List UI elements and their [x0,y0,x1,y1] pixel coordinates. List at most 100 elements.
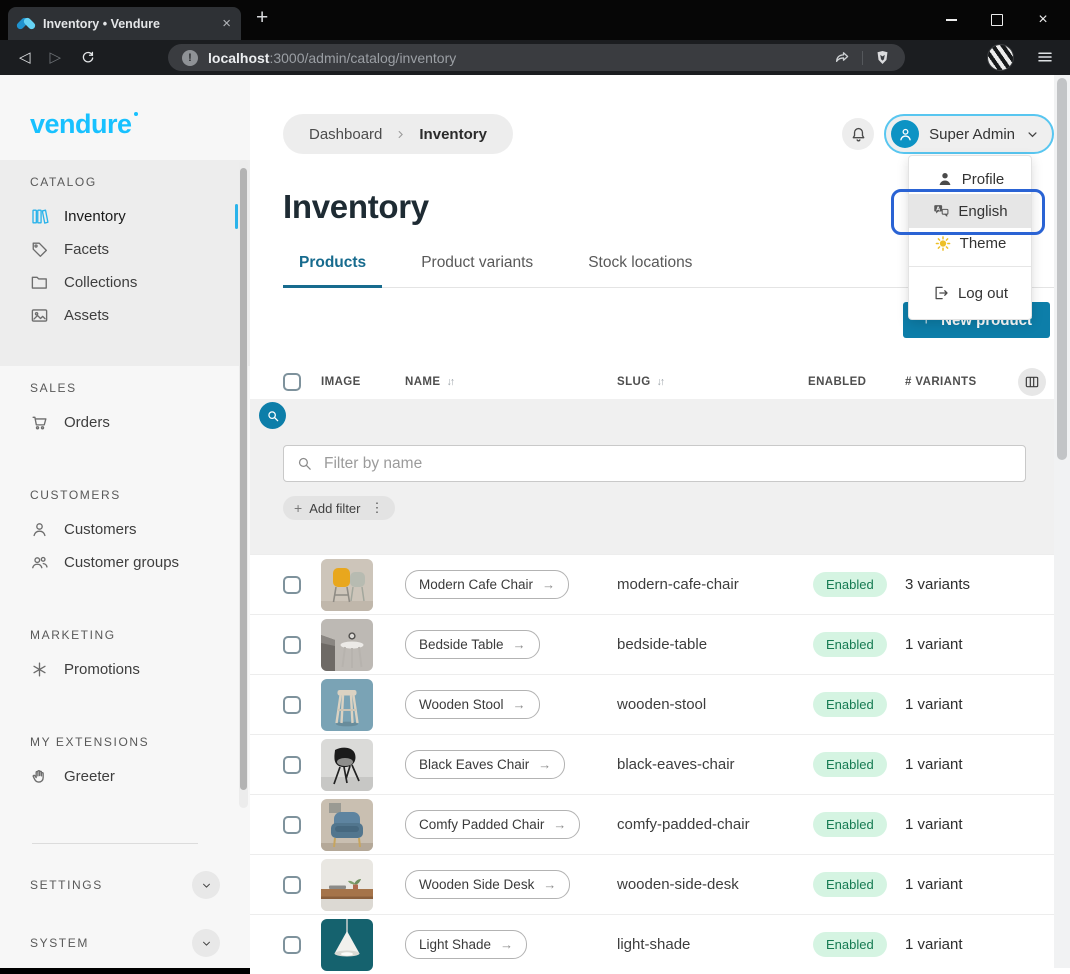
page-scrollbar-thumb[interactable] [1057,78,1067,460]
url-text: localhost:3000/admin/catalog/inventory [208,50,456,66]
kebab-menu-icon[interactable]: ⋮ [371,500,384,516]
notifications-button[interactable] [842,118,874,150]
row-checkbox[interactable] [283,696,301,714]
url-bar[interactable]: ! localhost:3000/admin/catalog/inventory [168,44,905,71]
row-checkbox[interactable] [283,816,301,834]
brave-shield-icon[interactable] [874,49,891,66]
menu-item-profile[interactable]: Profile [909,164,1031,194]
sidebar-item-collections[interactable]: Collections [0,266,250,299]
sidebar-item-promotions[interactable]: Promotions [0,653,250,686]
row-checkbox[interactable] [283,936,301,954]
back-button[interactable]: ◁ [19,50,31,65]
add-filter-button[interactable]: + Add filter ⋮ [283,496,395,520]
page-scrollbar[interactable] [1054,75,1070,968]
sidebar-item-customers[interactable]: Customers [0,513,250,546]
window-minimize-button[interactable] [928,0,974,40]
sidebar-item-assets[interactable]: Assets [0,299,250,332]
browser-profile-avatar[interactable] [987,44,1014,71]
table-row[interactable]: Wooden Side Desk→wooden-side-deskEnabled… [250,854,1070,914]
menu-item-label: Log out [958,285,1008,302]
product-name: Bedside Table [419,637,504,652]
table-row[interactable]: Bedside Table→bedside-tableEnabled1 vari… [250,614,1070,674]
forward-button[interactable]: ▷ [50,50,62,65]
table-row[interactable]: Wooden Stool→wooden-stoolEnabled1 varian… [250,674,1070,734]
name-cell: Black Eaves Chair→ [405,750,617,779]
sidebar-item-facets[interactable]: Facets [0,233,250,266]
tab-close-icon[interactable]: × [222,15,231,32]
status-badge: Enabled [813,932,887,957]
status-badge: Enabled [813,692,887,717]
site-info-icon[interactable]: ! [182,50,198,66]
column-header-name[interactable]: NAME↓↑ [405,376,617,388]
sidebar-group-system[interactable]: SYSTEM [0,926,250,960]
column-header-slug[interactable]: SLUG↓↑ [617,376,808,388]
tab-title: Inventory • Vendure [43,17,216,31]
product-name-link[interactable]: Wooden Stool→ [405,690,540,719]
svg-text:A: A [937,206,941,212]
table-header-row: IMAGE NAME↓↑ SLUG↓↑ ENABLED # VARIANTS [250,365,1070,399]
filter-input[interactable] [322,454,1013,474]
language-icon: A [932,202,950,220]
product-name-link[interactable]: Black Eaves Chair→ [405,750,565,779]
row-checkbox[interactable] [283,576,301,594]
row-checkbox[interactable] [283,756,301,774]
user-menu-button[interactable]: Super Admin [884,114,1054,154]
table-row[interactable]: Comfy Padded Chair→comfy-padded-chairEna… [250,794,1070,854]
product-name-link[interactable]: Modern Cafe Chair→ [405,570,569,599]
column-header-image: IMAGE [321,376,405,388]
sidebar-item-label: Greeter [64,768,115,785]
new-tab-button[interactable]: + [256,6,268,30]
browser-tab[interactable]: Inventory • Vendure × [8,7,241,40]
expand-button[interactable] [192,871,220,899]
sidebar-item-label: Customers [64,521,137,538]
sidebar-item-greeter[interactable]: Greeter [0,760,250,793]
menu-item-theme[interactable]: Theme [909,228,1031,258]
breadcrumb-inventory[interactable]: Inventory [419,126,487,143]
product-name-link[interactable]: Light Shade→ [405,930,527,959]
hand-icon [30,767,50,787]
sidebar-group-settings[interactable]: SETTINGS [0,868,250,902]
product-thumbnail [321,859,405,911]
breadcrumb-dashboard[interactable]: Dashboard [309,126,382,143]
reload-button[interactable] [80,50,96,66]
sidebar-item-orders[interactable]: Orders [0,406,250,439]
column-settings-button[interactable] [1018,368,1046,396]
share-icon[interactable] [833,49,851,67]
row-checkbox[interactable] [283,876,301,894]
table-row[interactable]: Black Eaves Chair→black-eaves-chairEnabl… [250,734,1070,794]
sort-icon[interactable]: ↓↑ [446,376,453,388]
browser-window: Inventory • Vendure × + × ◁ ▷ ! localhos… [0,0,1070,968]
table-row[interactable]: Light Shade→light-shadeEnabled1 variant [250,914,1070,974]
expand-button[interactable] [192,929,220,957]
product-name-link[interactable]: Bedside Table→ [405,630,540,659]
product-name: Modern Cafe Chair [419,577,533,592]
search-button[interactable] [259,402,286,429]
folder-icon [30,273,50,293]
menu-item-english[interactable]: AEnglish [909,194,1031,228]
tab-stock-locations[interactable]: Stock locations [572,254,708,287]
table-row[interactable]: Modern Cafe Chair→modern-cafe-chairEnabl… [250,554,1070,614]
sort-icon[interactable]: ↓↑ [657,376,664,388]
product-name-link[interactable]: Wooden Side Desk→ [405,870,570,899]
menu-item-log-out[interactable]: Log out [909,275,1031,311]
nav-group-label: MARKETING [0,623,250,647]
browser-menu-icon[interactable] [1036,48,1054,66]
tab-products[interactable]: Products [283,254,382,287]
product-name-link[interactable]: Comfy Padded Chair→ [405,810,580,839]
window-maximize-button[interactable] [974,0,1020,40]
sidebar-item-inventory[interactable]: Inventory [0,200,250,233]
variant-count: 1 variant [905,936,1010,953]
image-icon [30,306,50,326]
row-checkbox[interactable] [283,636,301,654]
select-all-checkbox[interactable] [283,373,301,391]
menu-divider [909,266,1031,267]
sidebar-scrollbar-thumb[interactable] [240,168,247,790]
sidebar-item-customer-groups[interactable]: Customer groups [0,546,250,579]
tab-product-variants[interactable]: Product variants [405,254,549,287]
status-badge: Enabled [813,752,887,777]
vendure-logo[interactable]: vendure [0,75,250,140]
window-close-button[interactable]: × [1020,0,1066,40]
product-thumbnail [321,559,405,611]
sidebar-scrollbar[interactable] [239,160,248,808]
name-cell: Comfy Padded Chair→ [405,810,617,839]
